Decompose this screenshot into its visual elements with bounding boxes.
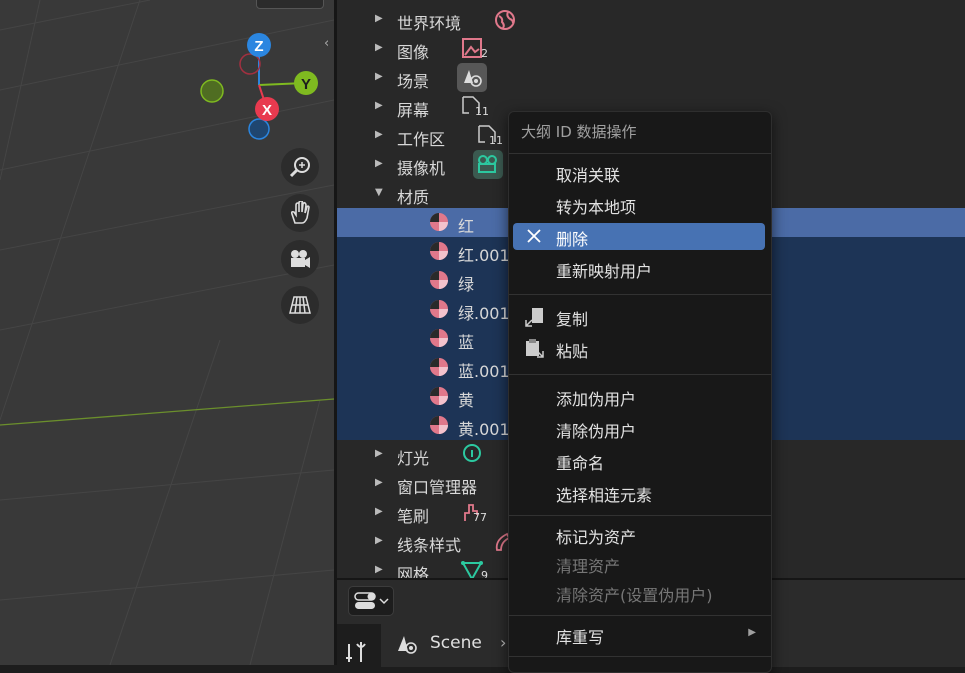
- zoom-icon: [289, 157, 310, 178]
- expand-arrow-icon[interactable]: ▶: [375, 448, 383, 459]
- expand-arrow-icon[interactable]: ▶: [375, 42, 383, 53]
- menu-item-copy[interactable]: 复制: [513, 303, 765, 330]
- expand-arrow-icon[interactable]: ▶: [375, 100, 383, 111]
- pan-button[interactable]: [281, 194, 319, 232]
- menu-divider: [509, 656, 771, 657]
- menu-item-clear-asset: 清理资产: [556, 557, 621, 576]
- svg-text:X: X: [262, 102, 272, 119]
- expand-arrow-icon[interactable]: ▶: [375, 535, 383, 546]
- expand-arrow-icon[interactable]: ▶: [375, 506, 383, 517]
- menu-divider: [509, 374, 771, 375]
- camera-data-icon: [473, 150, 503, 179]
- material-icon: [430, 213, 448, 231]
- svg-text:Z: Z: [254, 38, 263, 55]
- outliner-row-images[interactable]: ▶ 图像 2: [337, 34, 965, 63]
- toggle-icon: [354, 592, 389, 609]
- hand-icon: [290, 201, 310, 224]
- close-icon: [527, 229, 541, 243]
- scene-breadcrumb[interactable]: Scene: [430, 633, 482, 653]
- menu-title: 大纲 ID 数据操作: [521, 123, 637, 141]
- scene-icon: [398, 636, 417, 654]
- expand-arrow-icon[interactable]: ▶: [375, 477, 383, 488]
- menu-item-delete[interactable]: 删除: [513, 223, 765, 250]
- menu-item-select-linked[interactable]: 选择相连元素: [513, 479, 765, 506]
- material-icon: [430, 329, 448, 347]
- menu-divider: [509, 153, 771, 154]
- menu-item-make-local[interactable]: 转为本地项: [513, 191, 765, 218]
- outliner-row-scenes[interactable]: ▶ 场景: [337, 63, 965, 92]
- world-icon: [495, 10, 515, 30]
- properties-tab-tool[interactable]: [337, 624, 381, 669]
- scene-icon: [457, 63, 487, 92]
- collapse-arrow-icon[interactable]: ▼: [375, 187, 383, 198]
- expand-arrow-icon[interactable]: ▶: [375, 129, 383, 140]
- menu-item-rename[interactable]: 重命名: [513, 447, 765, 474]
- expand-arrow-icon[interactable]: ▶: [375, 158, 383, 169]
- zoom-button[interactable]: [281, 148, 319, 186]
- outliner-row-world[interactable]: ▶ 世界环境: [337, 5, 965, 34]
- menu-item-clear-fake-user[interactable]: 清除伪用户: [513, 415, 765, 442]
- menu-item-library-override[interactable]: 库重写 ▶: [513, 621, 765, 648]
- menu-divider: [509, 294, 771, 295]
- paste-icon: [526, 339, 544, 358]
- menu-item-clear-asset-set-fake-user: 清除资产(设置伪用户): [556, 586, 713, 605]
- menu-item-remap-users[interactable]: 重新映射用户: [513, 255, 765, 282]
- x-axis-line: [0, 398, 334, 426]
- perspective-toggle-button[interactable]: [281, 286, 319, 324]
- menu-divider: [509, 515, 771, 516]
- material-icon: [430, 416, 448, 434]
- menu-item-paste[interactable]: 粘贴: [513, 335, 765, 362]
- menu-item-unlink[interactable]: 取消关联: [513, 159, 765, 186]
- expand-arrow-icon[interactable]: ▶: [375, 71, 383, 82]
- copy-icon: [525, 308, 543, 327]
- editor-type-selector[interactable]: [348, 586, 394, 616]
- light-icon: [463, 444, 481, 462]
- outliner-id-data-context-menu[interactable]: 大纲 ID 数据操作 取消关联 转为本地项 删除 重新映射用户 复制 粘贴 添加…: [508, 111, 772, 673]
- camera-icon: [291, 250, 310, 268]
- sidebar-toggle-icon[interactable]: ‹: [324, 36, 329, 51]
- breadcrumb-separator-icon: ›: [500, 633, 507, 652]
- menu-divider: [509, 615, 771, 616]
- material-icon: [430, 271, 448, 289]
- expand-arrow-icon[interactable]: ▶: [375, 564, 383, 575]
- camera-view-button[interactable]: [281, 240, 319, 278]
- 3d-viewport[interactable]: Z Y X ‹: [0, 0, 334, 665]
- material-icon: [430, 387, 448, 405]
- menu-item-mark-as-asset[interactable]: 标记为资产: [513, 521, 765, 548]
- grid-perspective-icon: [289, 296, 311, 314]
- wrench-icon: [346, 642, 366, 662]
- material-icon: [430, 242, 448, 260]
- viewport-grid: Z Y X: [0, 0, 334, 665]
- menu-item-add-fake-user[interactable]: 添加伪用户: [513, 383, 765, 410]
- material-icon: [430, 300, 448, 318]
- material-icon: [430, 358, 448, 376]
- viewport-header-tab[interactable]: [256, 0, 324, 9]
- submenu-arrow-icon: ▶: [748, 627, 756, 638]
- svg-text:Y: Y: [301, 76, 311, 93]
- expand-arrow-icon[interactable]: ▶: [375, 13, 383, 24]
